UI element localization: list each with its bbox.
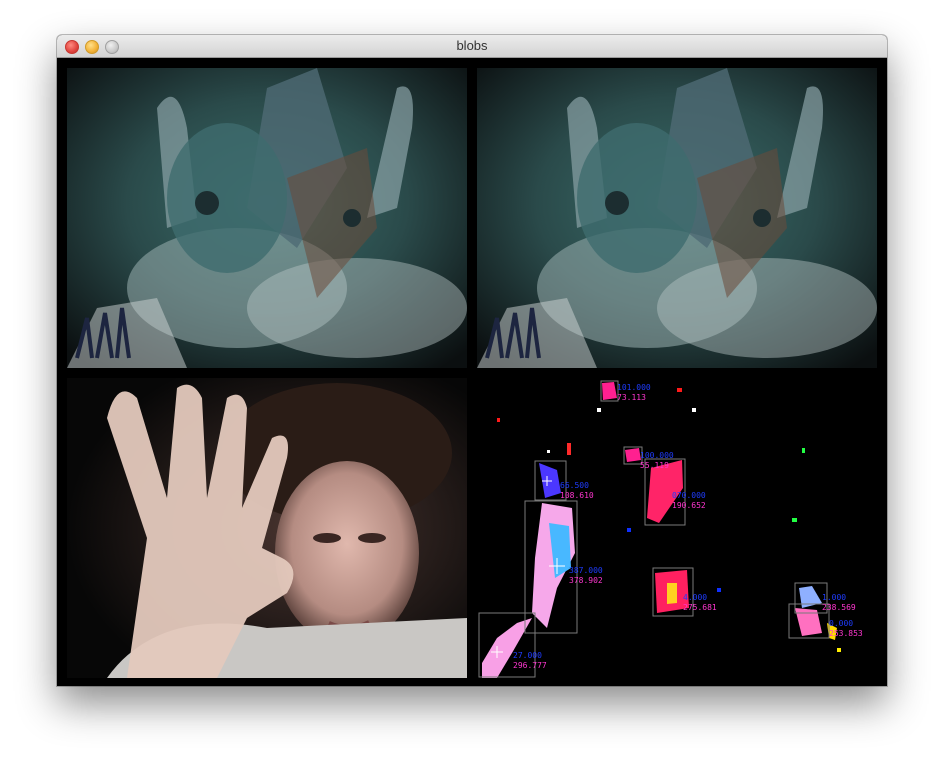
blob-label-x: 101.000 — [617, 383, 651, 392]
video-grid: 101.000 73.113 100.000 55.119 66.500 108… — [57, 58, 887, 686]
blob-label-y: 190.652 — [672, 501, 706, 510]
app-window: blobs 101.000 73.113 100.000 55.119 66.5… — [57, 35, 887, 686]
blob-label-y: 378.902 — [569, 576, 603, 585]
processed-feed-left — [67, 68, 467, 368]
blob-label-x: 100.000 — [640, 451, 674, 460]
blob-label-x: 66.500 — [560, 481, 589, 490]
blob-label-y: 108.610 — [560, 491, 594, 500]
processed-feed-right — [477, 68, 877, 368]
blob-label-y: 253.853 — [829, 629, 863, 638]
blob-label-y: 55.119 — [640, 461, 669, 470]
blob-bounding-boxes — [478, 380, 830, 678]
blob-label-x: 1.000 — [822, 593, 846, 602]
title-bar[interactable]: blobs — [57, 35, 887, 58]
blob-label-y: 238.569 — [822, 603, 856, 612]
blob-label-y: 73.113 — [617, 393, 646, 402]
blob-label-x: 070.000 — [672, 491, 706, 500]
camera-feed — [67, 378, 467, 678]
blob-detection-view: 101.000 73.113 100.000 55.119 66.500 108… — [477, 378, 877, 678]
blob-label-x: 387.000 — [569, 566, 603, 575]
window-title: blobs — [456, 38, 488, 53]
blob-label-y: 296.777 — [513, 661, 547, 670]
blob-label-x: 0.000 — [829, 619, 853, 628]
blob-label-y: 275.681 — [683, 603, 717, 612]
blob-label-x: 4.000 — [683, 593, 707, 602]
blob-label-x: 27.000 — [513, 651, 542, 660]
blob-canvas: 101.000 73.113 100.000 55.119 66.500 108… — [478, 380, 863, 678]
